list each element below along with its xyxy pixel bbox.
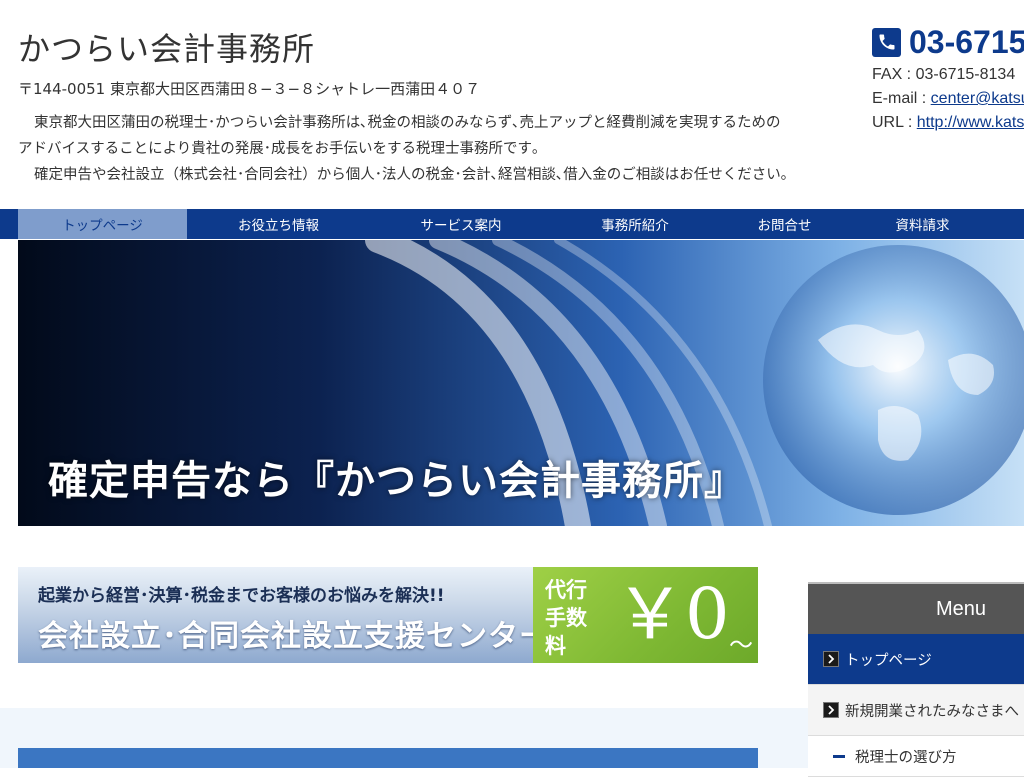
side-menu-item-new-business[interactable]: 新規開業されたみなさまへ — [808, 685, 1024, 736]
url-link[interactable]: http://www.kats — [917, 114, 1024, 131]
fee-label-line-2: 手数料 — [545, 606, 587, 658]
side-menu-label: 税理士の選び方 — [855, 749, 957, 766]
fee-tilde: 〜 — [729, 631, 753, 659]
intro-line-2: アドバイスすることにより貴社の発展･成長をお手伝いをする税理士事務所です｡ — [18, 141, 540, 157]
intro-line-3: 確定申告や会社設立（株式会社･合同会社）から個人･法人の税金･会計､経営相談､借… — [34, 167, 788, 183]
email-label: E-mail : — [872, 90, 931, 107]
side-menu-title: Menu — [808, 584, 1024, 634]
fee-label-line-1: 代行 — [545, 578, 587, 602]
fax-number: FAX : 03-6715-8134 — [872, 66, 1016, 83]
email-row: E-mail : center@katsu — [872, 90, 1024, 108]
company-setup-banner[interactable]: 起業から経営･決算･税金までお客様のお悩みを解決!! 会社設立･合同会社設立支援… — [18, 567, 758, 663]
nav-item-document-request[interactable]: 資料請求 — [851, 209, 994, 239]
banner-subheadline: 起業から経営･決算･税金までお客様のお悩みを解決!! — [38, 586, 445, 606]
phone-number[interactable]: 03-6715 — [909, 24, 1024, 61]
office-address: 〒144-0051 東京都大田区西蒲田８−３−８シャトレ一西蒲田４０７ — [18, 80, 481, 98]
intro-line-1: 東京都大田区蒲田の税理士･かつらい会計事務所は､税金の相談のみならず､売上アップ… — [34, 115, 781, 131]
nav-item-useful-info[interactable]: お役立ち情報 — [187, 209, 370, 239]
url-label: URL : — [872, 114, 917, 131]
site-title[interactable]: かつらい会計事務所 — [18, 24, 315, 70]
side-menu-item-choose-tax-accountant[interactable]: 税理士の選び方 — [808, 736, 1024, 777]
fee-value: ￥0 — [615, 573, 730, 655]
nav-item-contact[interactable]: お問合せ — [718, 209, 851, 239]
side-menu: Menu トップページ 新規開業されたみなさまへ 税理士の選び方 — [808, 582, 1024, 777]
fee-label: 代行 手数料 — [545, 576, 605, 660]
hero-banner: 確定申告なら『かつらい会計事務所』 — [18, 240, 1024, 526]
chevron-right-icon — [823, 651, 839, 667]
side-menu-label: 新規開業されたみなさまへ — [845, 703, 1019, 720]
side-menu-item-top-page[interactable]: トップページ — [808, 634, 1024, 685]
chevron-right-icon — [823, 702, 839, 718]
nav-item-office-intro[interactable]: 事務所紹介 — [552, 209, 718, 239]
nav-item-top-page[interactable]: トップページ — [18, 209, 187, 239]
side-menu-label: トップページ — [845, 652, 932, 669]
email-link[interactable]: center@katsu — [931, 90, 1024, 107]
dash-icon — [833, 754, 845, 758]
banner-headline: 会社設立･合同会社設立支援センター — [38, 619, 550, 654]
intro-text: 東京都大田区蒲田の税理士･かつらい会計事務所は､税金の相談のみならず､売上アップ… — [18, 110, 848, 188]
hero-caption: 確定申告なら『かつらい会計事務所』 — [48, 458, 745, 504]
nav-item-services[interactable]: サービス案内 — [370, 209, 552, 239]
contact-block: 03-6715 FAX : 03-6715-8134 E-mail : cent… — [872, 24, 1024, 132]
banner-text-panel: 起業から経営･決算･税金までお客様のお悩みを解決!! 会社設立･合同会社設立支援… — [18, 567, 549, 663]
content-section-header — [18, 748, 758, 768]
phone-icon — [872, 27, 901, 57]
url-row: URL : http://www.kats — [872, 114, 1024, 132]
banner-fee-panel: 代行 手数料 ￥0 〜 — [533, 567, 758, 663]
phone-row[interactable]: 03-6715 — [872, 24, 1024, 60]
main-nav: トップページ お役立ち情報 サービス案内 事務所紹介 お問合せ 資料請求 — [0, 209, 1024, 239]
